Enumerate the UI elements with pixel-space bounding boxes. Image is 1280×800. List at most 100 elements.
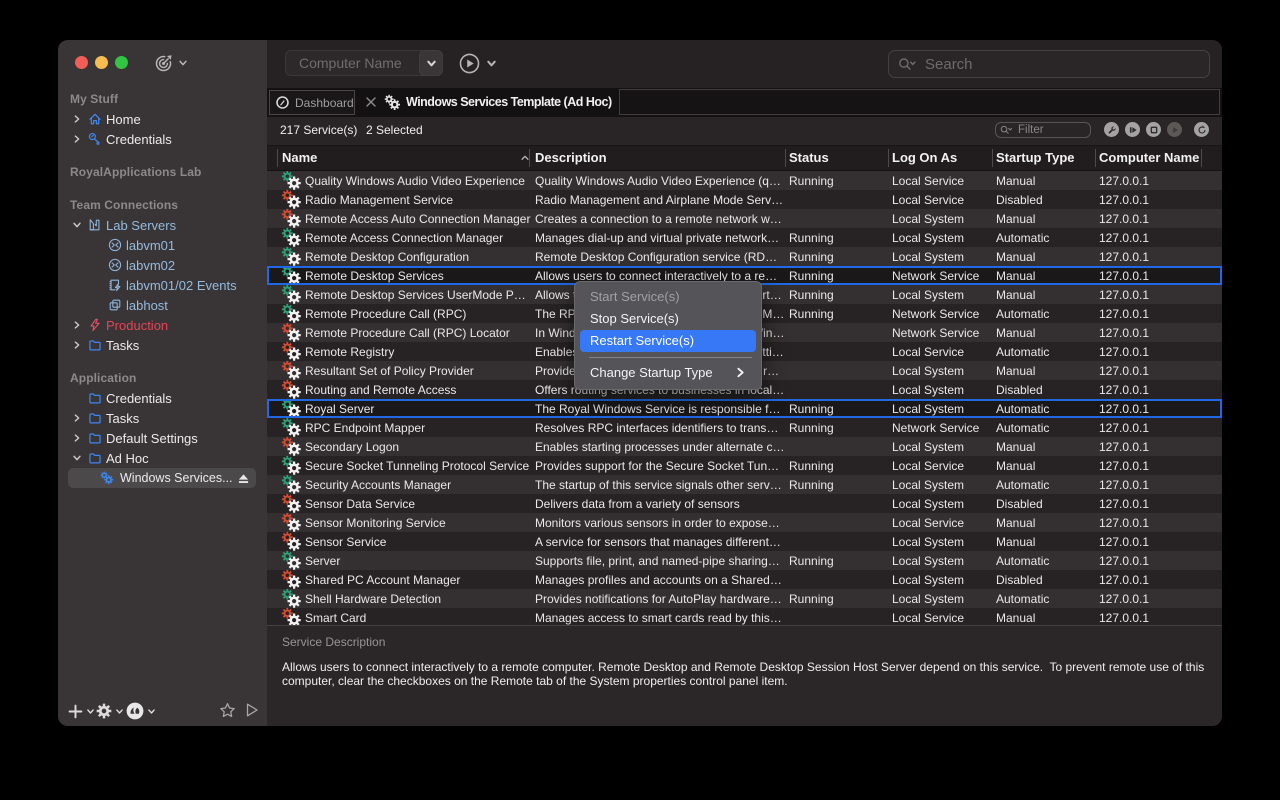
table-row[interactable]: Quality Windows Audio Video ExperienceQu…	[267, 171, 1222, 190]
column-separator[interactable]	[529, 149, 530, 167]
cell-name: Royal Server	[305, 402, 532, 416]
search-field[interactable]: Search	[888, 50, 1210, 78]
menu-item-restart-service-s[interactable]: Restart Service(s)	[580, 330, 756, 352]
tab-windows-services[interactable]: Windows Services Template (Ad Hoc)	[406, 88, 612, 117]
eject-icon[interactable]	[237, 472, 250, 485]
table-row[interactable]: Remote Access Connection ManagerManages …	[267, 228, 1222, 247]
column-header-name[interactable]: Name	[282, 146, 317, 170]
table-row[interactable]: Remote Access Auto Connection ManagerCre…	[267, 209, 1222, 228]
refresh-button[interactable]	[1194, 122, 1209, 137]
chevron-down-icon	[147, 707, 156, 716]
restart-button[interactable]	[1125, 122, 1140, 137]
sidebar-item-labhost[interactable]: labhost	[58, 295, 267, 315]
menu-item-stop-service-s[interactable]: Stop Service(s)	[580, 308, 756, 330]
sidebar-item-home[interactable]: Home	[58, 109, 267, 129]
column-header-computer-name[interactable]: Computer Name	[1099, 146, 1199, 170]
sidebar-item-labvm01-02-events[interactable]: labvm01/02 Events	[58, 275, 267, 295]
service-status-gears-icon	[281, 265, 302, 286]
cell-computer-name: 127.0.0.1	[1099, 345, 1199, 359]
column-header-startup-type[interactable]: Startup Type	[996, 146, 1075, 170]
column-separator[interactable]	[888, 149, 889, 167]
connect-button[interactable]	[459, 53, 497, 74]
column-header-log-on-as[interactable]: Log On As	[892, 146, 957, 170]
cell-computer-name: 127.0.0.1	[1099, 535, 1199, 549]
table-row[interactable]: Remote Desktop ConfigurationRemote Deskt…	[267, 247, 1222, 266]
table-row[interactable]: Sensor Monitoring ServiceMonitors variou…	[267, 513, 1222, 532]
detail-title: Service Description	[282, 635, 385, 649]
column-separator[interactable]	[1201, 149, 1202, 167]
service-status-gears-icon	[281, 379, 302, 400]
table-row[interactable]: Sensor ServiceA service for sensors that…	[267, 532, 1222, 551]
sidebar-item-labvm02[interactable]: labvm02	[58, 255, 267, 275]
windows-host-icon	[108, 298, 122, 312]
cell-computer-name: 127.0.0.1	[1099, 364, 1199, 378]
play-button[interactable]	[1167, 122, 1182, 137]
document-chart-icon	[88, 218, 102, 232]
zoom-window-button[interactable]	[115, 56, 128, 69]
application-menu-button[interactable]	[154, 53, 188, 73]
cell-startup-type: Disabled	[996, 573, 1090, 587]
table-row[interactable]: Secure Socket Tunneling Protocol Service…	[267, 456, 1222, 475]
computer-name-combobox[interactable]: Computer Name	[285, 50, 443, 76]
cell-name: Remote Access Connection Manager	[305, 231, 532, 245]
add-connection-button[interactable]	[68, 704, 95, 719]
cell-computer-name: 127.0.0.1	[1099, 459, 1199, 473]
service-status-gears-icon	[281, 208, 302, 229]
sidebar-item-tasks[interactable]: Tasks	[58, 408, 267, 428]
computer-name-dropdown-button[interactable]	[419, 50, 443, 76]
sidebar-item-production[interactable]: Production	[58, 315, 267, 335]
table-row[interactable]: Radio Management ServiceRadio Management…	[267, 190, 1222, 209]
cell-name: Smart Card	[305, 611, 532, 625]
sidebar-item-default-settings[interactable]: Default Settings	[58, 428, 267, 448]
sidebar-item-credentials[interactable]: Credentials	[58, 388, 267, 408]
cell-description: Provides notifications for AutoPlay hard…	[535, 592, 785, 606]
tab-dashboard[interactable]: Dashboard	[269, 90, 355, 115]
column-header-description[interactable]: Description	[535, 146, 607, 170]
sidebar-section-royalapplications-lab: RoyalApplications Lab	[58, 162, 267, 182]
cell-description: Provides support for the Secure Socket T…	[535, 459, 785, 473]
favorites-button[interactable]	[219, 702, 236, 719]
minimize-window-button[interactable]	[95, 56, 108, 69]
column-header-status[interactable]: Status	[789, 146, 829, 170]
sidebar-item-labvm01[interactable]: labvm01	[58, 235, 267, 255]
cell-computer-name: 127.0.0.1	[1099, 478, 1199, 492]
table-row[interactable]: Smart CardManages access to smart cards …	[267, 608, 1222, 625]
stop-button[interactable]	[1146, 122, 1161, 137]
sidebar-item-label: Credentials	[106, 391, 172, 406]
table-row[interactable]: Secondary LogonEnables starting processe…	[267, 437, 1222, 456]
menu-item-change-startup-type[interactable]: Change Startup Type	[580, 362, 756, 384]
table-row[interactable]: ServerSupports file, print, and named-pi…	[267, 551, 1222, 570]
table-row[interactable]: Shell Hardware DetectionProvides notific…	[267, 589, 1222, 608]
menu-separator	[589, 357, 752, 358]
column-separator[interactable]	[1095, 149, 1096, 167]
cell-log-on-as: Local System	[892, 592, 989, 606]
cell-log-on-as: Local System	[892, 212, 989, 226]
column-separator[interactable]	[992, 149, 993, 167]
table-row[interactable]: RPC Endpoint MapperResolves RPC interfac…	[267, 418, 1222, 437]
run-button[interactable]	[244, 702, 260, 718]
sidebar-item-lab-servers[interactable]: Lab Servers	[58, 215, 267, 235]
column-separator[interactable]	[785, 149, 786, 167]
sidebar-item-credentials[interactable]: Credentials	[58, 129, 267, 149]
service-description-panel: Service Description Allows users to conn…	[267, 625, 1222, 726]
table-row[interactable]: Royal ServerThe Royal Windows Service is…	[267, 399, 1222, 418]
cell-status: Running	[789, 307, 883, 321]
sidebar-item-tasks[interactable]: Tasks	[58, 335, 267, 355]
table-row[interactable]: Shared PC Account ManagerManages profile…	[267, 570, 1222, 589]
table-row[interactable]: Security Accounts ManagerThe startup of …	[267, 475, 1222, 494]
sidebar-item-ad-hoc[interactable]: Ad Hoc	[58, 448, 267, 468]
royal-account-button[interactable]	[126, 702, 156, 720]
settings-button[interactable]	[96, 703, 124, 719]
cell-status: Running	[789, 174, 883, 188]
wrench-button[interactable]	[1104, 122, 1119, 137]
cell-status: Running	[789, 421, 883, 435]
close-window-button[interactable]	[75, 56, 88, 69]
cell-log-on-as: Local Service	[892, 459, 989, 473]
cell-computer-name: 127.0.0.1	[1099, 592, 1199, 606]
table-row[interactable]: Sensor Data ServiceDelivers data from a …	[267, 494, 1222, 513]
column-separator[interactable]	[277, 149, 278, 167]
service-status-gears-icon	[281, 341, 302, 362]
close-tab-icon[interactable]	[364, 95, 378, 109]
sidebar-item-windows-services[interactable]: Windows Services...	[58, 468, 267, 488]
filter-field[interactable]: Filter	[995, 122, 1091, 138]
